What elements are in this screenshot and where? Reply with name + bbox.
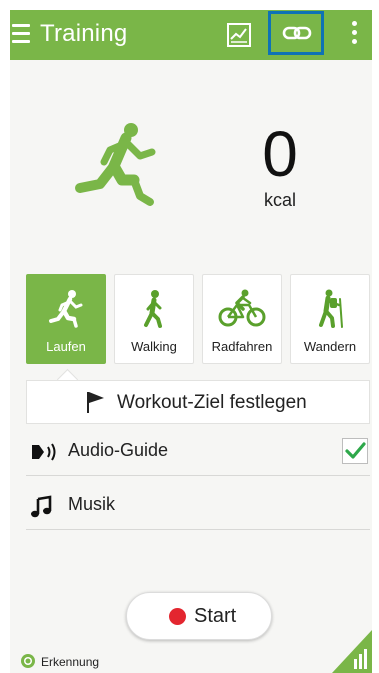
hamburger-menu-icon[interactable]	[12, 24, 30, 44]
calories-value: 0	[262, 118, 298, 190]
audio-guide-checkbox[interactable]	[342, 438, 368, 464]
activity-label: Laufen	[46, 339, 86, 354]
page-title: Training	[40, 20, 128, 47]
detection-icon	[21, 654, 35, 668]
workout-goal-label: Workout-Ziel festlegen	[117, 392, 307, 413]
activity-tile-hiking[interactable]: Wandern	[290, 274, 370, 364]
record-dot-icon	[169, 608, 186, 625]
activity-label: Radfahren	[211, 339, 273, 354]
activity-tile-walking[interactable]: Walking	[114, 274, 194, 364]
flag-icon	[87, 392, 104, 413]
app-screen: Training 0 kcal Laufen Walking Radfahren…	[10, 10, 372, 673]
audio-guide-label: Audio-Guide	[68, 440, 169, 460]
link-icon	[282, 26, 312, 40]
walking-icon	[144, 290, 162, 328]
running-icon	[49, 290, 83, 328]
activity-label: Wandern	[303, 339, 357, 354]
music-row[interactable]: Musik	[26, 482, 370, 530]
audio-guide-row[interactable]: Audio-Guide	[26, 428, 370, 476]
detection-label[interactable]: Erkennung	[41, 655, 99, 669]
activity-tile-running[interactable]: Laufen	[26, 274, 106, 364]
chart-icon[interactable]	[226, 22, 252, 48]
music-label: Musik	[68, 494, 116, 514]
runner-icon	[75, 123, 156, 206]
checkmark-icon	[345, 442, 366, 459]
more-vertical-icon[interactable]	[350, 21, 358, 51]
statistics-corner-icon[interactable]	[332, 630, 372, 673]
activity-tile-cycling[interactable]: Radfahren	[202, 274, 282, 364]
start-label: Start	[194, 605, 237, 627]
start-button[interactable]: Start	[126, 592, 272, 640]
audio-guide-icon	[32, 443, 56, 461]
hiking-icon	[319, 289, 343, 328]
activity-label: Walking	[131, 339, 177, 354]
link-button[interactable]	[268, 11, 324, 55]
set-workout-goal-button[interactable]: Workout-Ziel festlegen	[26, 380, 370, 424]
calories-unit: kcal	[263, 190, 296, 210]
music-note-icon	[31, 495, 52, 518]
cycling-icon	[218, 289, 266, 327]
app-header: Training	[10, 10, 372, 60]
